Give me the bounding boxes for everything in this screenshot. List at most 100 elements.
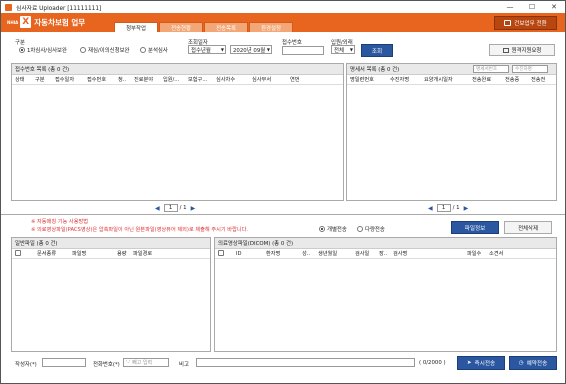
file-info-button[interactable]: 파일정보 (451, 221, 499, 234)
col-patient-name[interactable]: 수진자명 (387, 76, 421, 83)
col-statement-serial[interactable]: 명일련번호 (347, 76, 387, 83)
detail-panel-header: 명세서 목록 (총 0 건) 명세서번호 수진자명 (347, 64, 556, 75)
col-exam-date[interactable]: 검사일 (352, 250, 376, 257)
receipt-pager: ◀ 1 / 1 ▶ (151, 204, 199, 212)
col-category[interactable]: 구분 (32, 76, 52, 83)
inout-select[interactable]: 전체 ▼ (331, 45, 355, 54)
search-button[interactable]: 조회 (361, 44, 393, 57)
col-insurance[interactable]: 보험구... (185, 76, 213, 83)
receipt-table-header: 상태 구분 접수일자 접수번호 청.. 진료분야 입원/... 보험구... 심… (12, 75, 343, 85)
receipt-label: 접수번호 (282, 40, 302, 46)
general-file-title: 일반파일 (총 0 건) (12, 238, 210, 249)
col-field[interactable]: 진료분야 (131, 76, 160, 83)
prev-page-icon[interactable]: ◀ (428, 205, 433, 212)
page-total: / 1 (452, 205, 460, 211)
radio-dot (140, 47, 146, 53)
next-page-icon[interactable]: ▶ (464, 205, 469, 212)
col-select-all[interactable] (12, 249, 34, 258)
send-now-button[interactable]: ➤ 즉시전송 (457, 356, 505, 370)
col-claim[interactable]: 청.. (115, 76, 131, 83)
col-sent[interactable]: 전송완료 (469, 76, 502, 83)
remote-icon (502, 47, 509, 53)
remote-support-label: 원격지원요청 (511, 48, 542, 54)
col-inout[interactable]: 입원/... (160, 76, 185, 83)
calendar-dropdown-icon: ▼ (266, 47, 270, 52)
col-review-dept[interactable]: 심사부서 (249, 76, 287, 83)
reserve-send-button[interactable]: ◷ 예약전송 (509, 356, 557, 370)
delete-all-button[interactable]: 전체삭제 (504, 221, 552, 234)
send-now-label: 즉시전송 (474, 361, 496, 367)
page-input[interactable]: 1 (163, 204, 178, 212)
send-icon: ➤ (466, 360, 472, 366)
note-auto-match[interactable]: ※ 자동매칭 기능 사용방법 (31, 218, 88, 225)
page-input[interactable]: 1 (436, 204, 451, 212)
col-sex[interactable]: 성.. (299, 250, 315, 257)
col-file-path[interactable]: 파일경로 (130, 250, 170, 257)
col-exam-name[interactable]: 검사명 (390, 250, 464, 257)
receipt-number-input[interactable] (282, 46, 324, 55)
phone-input[interactable]: '-' 빼고 입력 (123, 358, 169, 367)
remark-input[interactable] (196, 358, 415, 367)
col-start-date[interactable]: 요양개시일자 (421, 76, 469, 83)
radio-dot (357, 226, 363, 232)
maximize-button[interactable]: ☐ (521, 1, 543, 13)
col-file-name[interactable]: 파일명 (69, 250, 114, 257)
period-date-select[interactable]: 2020년 09월 ▼ (230, 45, 272, 54)
col-file-count[interactable]: 파일수 (464, 250, 486, 257)
col-unsent[interactable]: 전송전 (528, 76, 554, 83)
detail-pager: ◀ 1 / 1 ▶ (424, 204, 472, 212)
tab-settings[interactable]: 환경설정 (249, 22, 293, 32)
col-serial[interactable]: 연번 (287, 76, 307, 83)
window-title: 심사자료 Uploader [11111111] (16, 5, 102, 12)
tab-request[interactable]: 청부작업 (114, 22, 158, 32)
radio-analysis-review[interactable]: 분석심사 (140, 46, 168, 54)
dicom-file-title: 의료영상파일(DICOM) (총 0 건) (215, 238, 556, 249)
col-size[interactable]: 용량 (114, 250, 130, 257)
chevron-down-icon: ▼ (349, 47, 353, 52)
col-doc-type[interactable]: 문서종류 (34, 250, 69, 257)
clock-icon: ◷ (518, 360, 524, 366)
radio-dot (19, 47, 25, 53)
radio-bulk-transfer[interactable]: 다량전송 (357, 225, 385, 233)
logo-mark-icon: X (20, 16, 32, 28)
writer-input[interactable] (42, 358, 86, 367)
col-receipt-date[interactable]: 접수일자 (52, 76, 84, 83)
col-patient[interactable]: 환자명 (263, 250, 299, 257)
dicom-file-header: ID 환자명 성.. 생년월일 검사일 장.. 검사명 파일수 소견서 (215, 249, 556, 259)
col-receipt-number[interactable]: 접수번호 (84, 76, 115, 83)
col-status[interactable]: 상태 (12, 76, 32, 83)
phone-label: 전화번호(*) (93, 362, 120, 368)
radio-re-review[interactable]: 재심/이의신청보완 (80, 46, 130, 54)
title-bar: 심사자료 Uploader [11111111] — ☐ ✕ (1, 1, 565, 13)
radio-individual-transfer[interactable]: 개별전송 (319, 225, 347, 233)
col-id[interactable]: ID (233, 251, 263, 257)
reserve-send-label: 예약전송 (526, 361, 548, 367)
next-page-icon[interactable]: ▶ (191, 205, 196, 212)
statement-number-input[interactable]: 명세서번호 (473, 65, 509, 73)
minimize-button[interactable]: — (499, 1, 521, 13)
patient-name-input[interactable]: 수진자명 (512, 65, 548, 73)
col-review-round[interactable]: 심사차수 (213, 76, 249, 83)
select-all-checkbox[interactable] (218, 249, 224, 256)
close-button[interactable]: ✕ (543, 1, 565, 13)
col-device[interactable]: 장.. (376, 250, 390, 257)
prev-page-icon[interactable]: ◀ (155, 205, 160, 212)
tab-list[interactable]: 전송목록 (204, 22, 248, 32)
remote-support-button[interactable]: 원격지원요청 (489, 44, 555, 56)
switch-mode-button[interactable]: 건보업무 전환 (494, 16, 557, 30)
char-counter: ( 0/2000 ) (419, 360, 446, 366)
col-opinion[interactable]: 소견서 (486, 250, 512, 257)
chevron-down-icon: ▼ (220, 47, 224, 52)
select-all-checkbox[interactable] (15, 249, 21, 256)
col-birth[interactable]: 생년월일 (315, 250, 352, 257)
inout-value: 전체 (334, 47, 344, 54)
col-sending[interactable]: 전송중 (502, 76, 528, 83)
radio-first-review[interactable]: 1차심사/심사보완 (19, 46, 67, 54)
app-icon (5, 3, 12, 11)
switch-icon (504, 20, 512, 26)
col-select-all[interactable] (215, 249, 233, 258)
period-type-select[interactable]: 접수년월 ▼ (188, 45, 226, 54)
detail-table-header: 명일련번호 수진자명 요양개시일자 전송완료 전송중 전송전 (347, 75, 556, 85)
period-type-value: 접수년월 (191, 47, 211, 54)
tab-status[interactable]: 전송현황 (159, 22, 203, 32)
